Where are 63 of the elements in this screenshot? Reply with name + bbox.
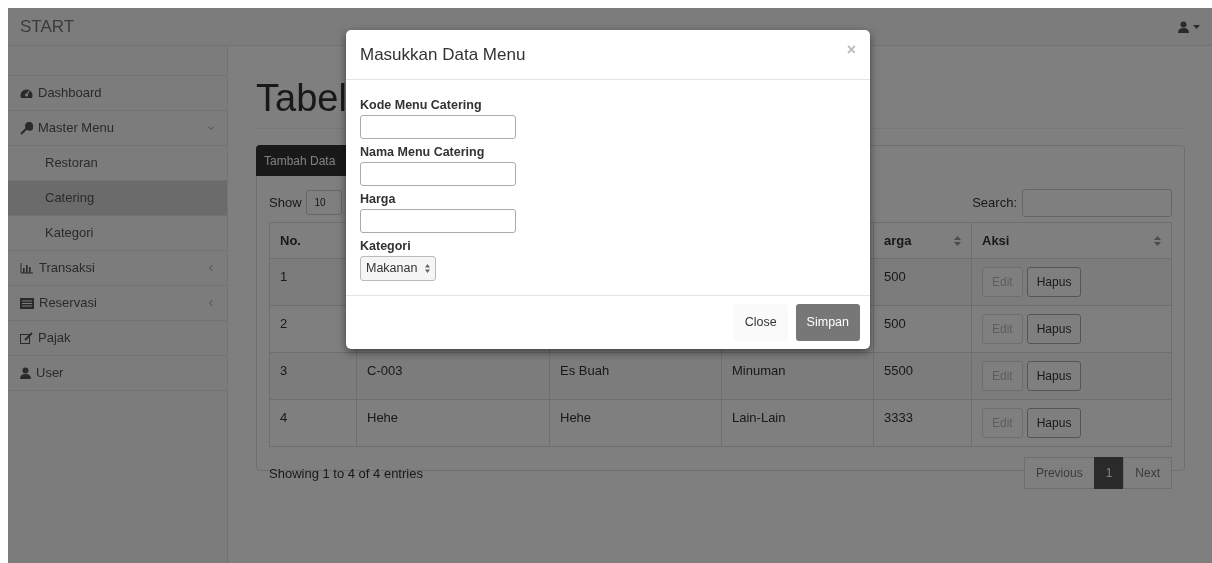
wrench-icon xyxy=(20,121,33,135)
sidebar-item[interactable]: Transaksi xyxy=(8,251,227,286)
chevron-icon xyxy=(207,264,215,272)
category-select[interactable]: Makanan xyxy=(360,256,437,281)
user-icon xyxy=(20,367,31,379)
input-field[interactable] xyxy=(360,209,516,233)
table-cell: 1 xyxy=(280,269,288,285)
table-cell: Hehe xyxy=(560,410,592,426)
delete-button[interactable]: Hapus xyxy=(1026,408,1082,439)
table-cell: 4 xyxy=(280,410,288,426)
sidebar-subitem[interactable]: Catering xyxy=(8,181,227,216)
field-label: Kode Menu Catering xyxy=(360,97,483,114)
list-icon xyxy=(20,297,34,309)
table-cell: 5500 xyxy=(884,363,913,379)
brand[interactable]: START xyxy=(20,13,75,40)
sidebar-item[interactable]: Dashboard xyxy=(8,76,227,111)
search-field[interactable] xyxy=(1022,188,1172,217)
show-label: Show xyxy=(269,194,302,213)
page-title: Tabel xyxy=(256,78,347,120)
input-field[interactable] xyxy=(360,115,516,139)
table-info: Showing 1 to 4 of 4 entries xyxy=(269,464,423,483)
sidebar-item[interactable]: Pajak xyxy=(8,321,227,356)
table-cell: 3 xyxy=(280,363,288,379)
table-cell: 500 xyxy=(884,269,906,285)
column-header[interactable]: arga xyxy=(884,230,912,251)
field-label: Kategori xyxy=(360,238,412,255)
table-cell: Es Buah xyxy=(560,363,610,379)
page-button[interactable]: Previous xyxy=(1023,457,1095,490)
gauge-icon xyxy=(20,87,33,99)
sidebar-item[interactable]: User xyxy=(8,356,227,391)
delete-button[interactable]: Hapus xyxy=(1026,361,1082,392)
field-label: Harga xyxy=(360,191,397,208)
chevron-icon xyxy=(207,124,215,132)
sidebar-item[interactable]: Master Menu xyxy=(8,111,227,146)
modal-title: Masukkan Data Menu xyxy=(360,43,526,66)
table-cell: Minuman xyxy=(732,363,786,379)
page-button[interactable]: Next xyxy=(1123,457,1172,490)
table-cell: Hehe xyxy=(367,410,399,426)
column-header[interactable]: No. xyxy=(280,230,301,251)
spinner-icon xyxy=(425,263,431,273)
column-header[interactable]: Aksi xyxy=(982,230,1010,251)
save-button[interactable]: Simpan xyxy=(795,303,860,341)
table-cell: Lain-Lain xyxy=(732,410,786,426)
close-button[interactable]: Close xyxy=(733,303,788,341)
delete-button[interactable]: Hapus xyxy=(1026,314,1082,345)
bar-chart-icon xyxy=(20,262,34,274)
table-cell: 500 xyxy=(884,316,906,332)
table-cell: C-003 xyxy=(367,363,403,379)
field-label: Nama Menu Catering xyxy=(360,144,486,161)
chevron-icon xyxy=(207,299,215,307)
table-cell: 3333 xyxy=(884,410,913,426)
sidebar-item[interactable]: Reservasi xyxy=(8,286,227,321)
search-label: Search: xyxy=(972,194,1017,213)
user-icon xyxy=(1178,20,1189,33)
sidebar-subitem[interactable]: Kategori xyxy=(8,216,227,251)
close-button[interactable]: × xyxy=(846,37,856,62)
delete-button[interactable]: Hapus xyxy=(1026,267,1082,298)
user-menu[interactable] xyxy=(1178,20,1200,33)
page-length-select[interactable]: 10 xyxy=(305,190,342,216)
add-data-button[interactable]: Tambah Data xyxy=(256,144,346,176)
table-cell: 2 xyxy=(280,316,288,332)
pencil-icon xyxy=(20,332,33,344)
input-field[interactable] xyxy=(360,162,516,186)
